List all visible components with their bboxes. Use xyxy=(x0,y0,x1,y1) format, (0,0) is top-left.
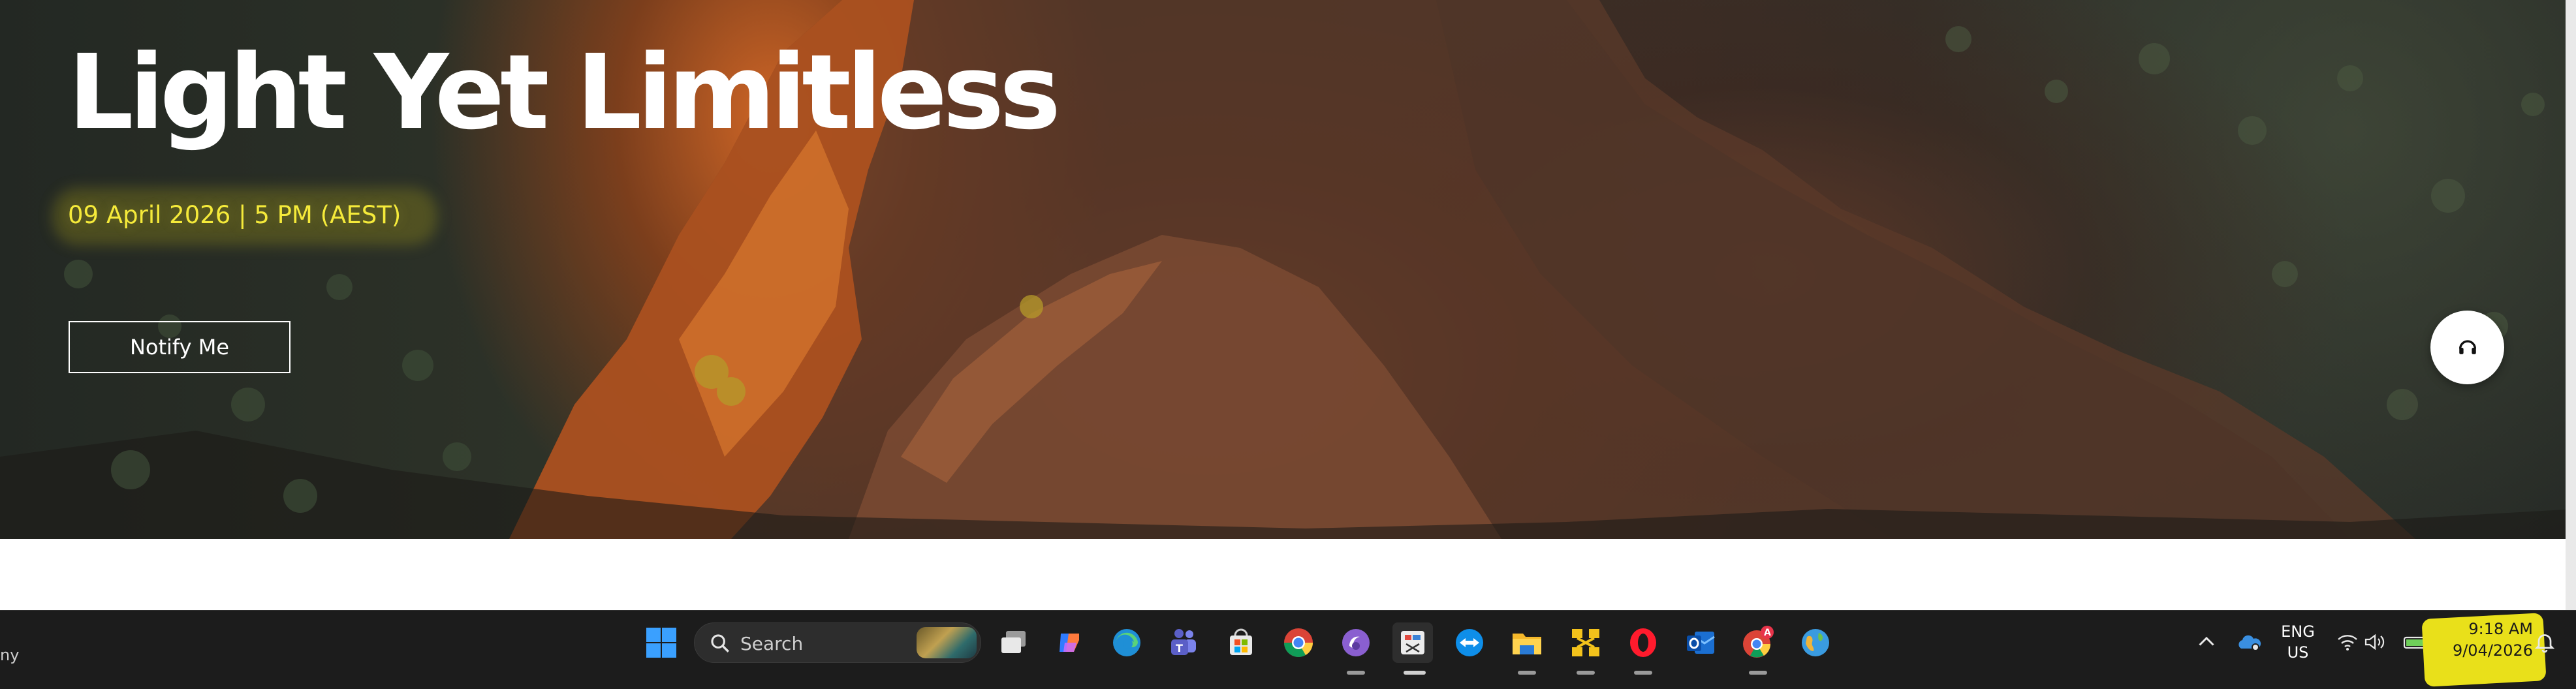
notify-me-button[interactable]: Notify Me xyxy=(69,321,291,373)
language-indicator[interactable]: ENG US xyxy=(2278,621,2317,663)
region-code: US xyxy=(2287,643,2309,662)
volume-icon[interactable] xyxy=(2363,632,2387,652)
running-indicator xyxy=(1518,671,1536,675)
page-content-area xyxy=(0,539,2566,610)
opera-icon[interactable] xyxy=(1623,622,1663,663)
snipping-tool-icon[interactable] xyxy=(1392,622,1433,663)
system-clock[interactable]: 9:18 AM 9/04/2026 xyxy=(2442,619,2533,662)
chevron-up-icon[interactable] xyxy=(2195,630,2218,654)
wifi-icon[interactable] xyxy=(2336,632,2359,652)
network-tool-icon[interactable] xyxy=(1565,622,1606,663)
headset-icon xyxy=(2458,339,2476,354)
earth-app-icon[interactable] xyxy=(1795,622,1836,663)
teamviewer-icon[interactable] xyxy=(1449,622,1490,663)
active-indicator xyxy=(1404,671,1426,675)
search-icon xyxy=(711,634,729,652)
event-date: 09 April 2026 | 5 PM (AEST) xyxy=(68,201,401,229)
search-label: Search xyxy=(740,633,804,654)
taskbar-widget-text[interactable]: ny xyxy=(0,646,19,664)
notification-bell-icon[interactable] xyxy=(2533,630,2556,654)
running-indicator xyxy=(1577,671,1595,675)
copilot-icon[interactable] xyxy=(1050,622,1090,663)
microsoft-store-icon[interactable] xyxy=(1221,622,1261,663)
edge-icon[interactable] xyxy=(1107,622,1147,663)
search-highlight-image xyxy=(917,627,977,658)
outlook-icon[interactable] xyxy=(1680,622,1721,663)
running-indicator xyxy=(1347,671,1365,675)
windows-start-icon[interactable] xyxy=(645,626,678,659)
running-indicator xyxy=(1749,671,1767,675)
page-scrollbar-edge xyxy=(2566,0,2576,610)
file-explorer-icon[interactable] xyxy=(1507,622,1547,663)
support-chat-button[interactable] xyxy=(2430,311,2504,384)
svg-text:A: A xyxy=(1764,628,1771,638)
running-indicator xyxy=(1634,671,1652,675)
chrome-icon[interactable] xyxy=(1278,622,1319,663)
teams-icon[interactable]: T xyxy=(1163,622,1204,663)
task-view-icon[interactable] xyxy=(994,622,1034,663)
svg-text:T: T xyxy=(1176,642,1183,654)
language-code: ENG xyxy=(2281,622,2315,641)
taskbar-search[interactable]: Search xyxy=(694,622,981,663)
torrent-icon[interactable] xyxy=(1336,622,1376,663)
chrome-profile-icon[interactable]: A xyxy=(1738,622,1778,663)
hero-banner: Light Yet Limitless 09 April 2026 | 5 PM… xyxy=(0,0,2576,539)
windows-taskbar: ny Search T A ENG US 9:18 AM 9/04/2026 xyxy=(0,610,2576,689)
hero-title: Light Yet Limitless xyxy=(68,33,1061,153)
clock-time: 9:18 AM xyxy=(2468,620,2533,638)
onedrive-icon[interactable] xyxy=(2236,632,2262,652)
clock-date: 9/04/2026 xyxy=(2452,641,2533,660)
